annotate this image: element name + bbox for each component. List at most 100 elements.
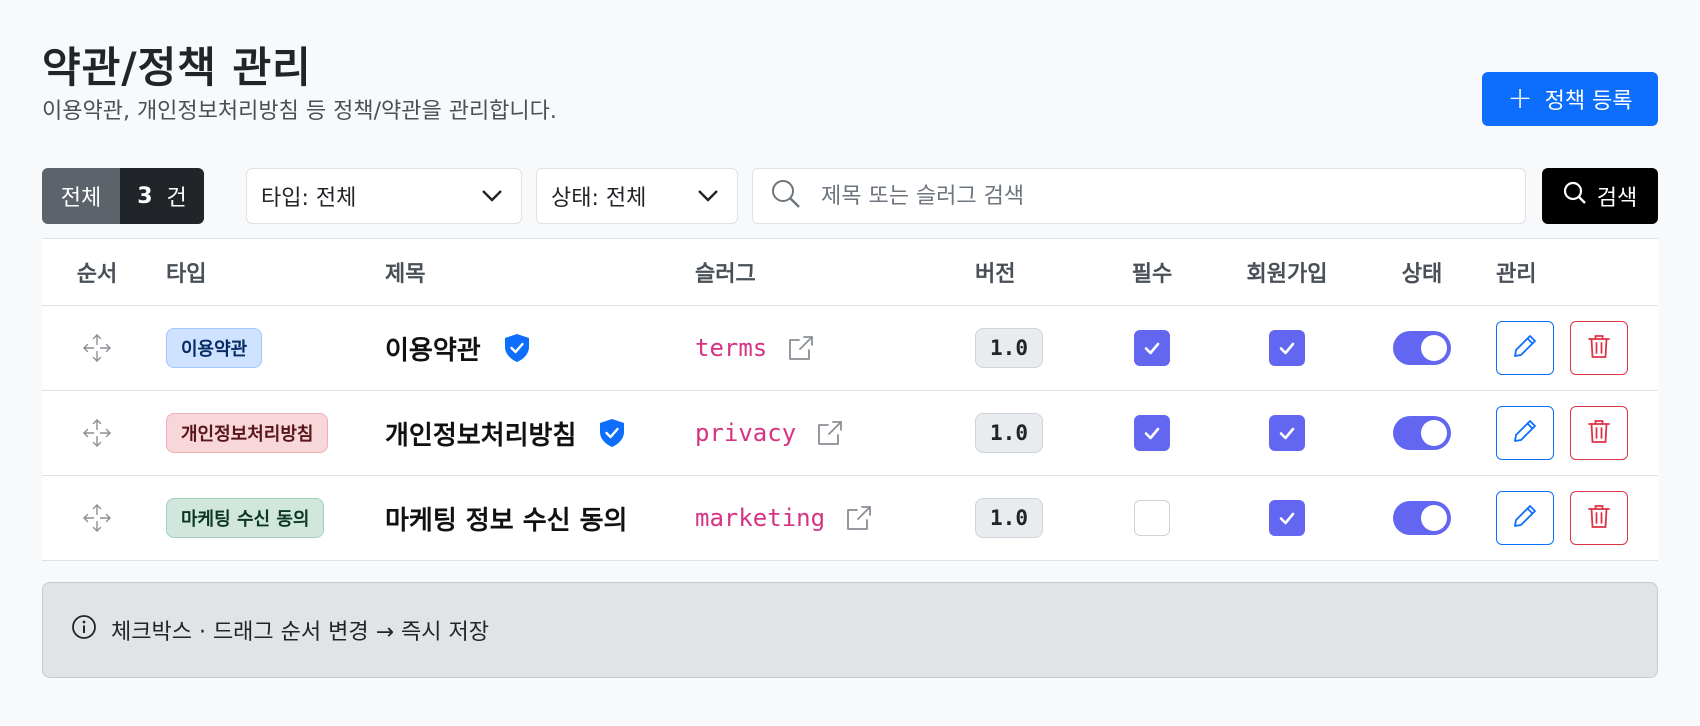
- policy-table: 순서 타입 제목 슬러그 버전 필수 회원가입 상태 관리 이용약관 이용약관: [42, 238, 1658, 561]
- signup-cell: [1242, 391, 1332, 475]
- header-title: 제목: [385, 262, 426, 287]
- header-type: 타입: [166, 262, 207, 287]
- pencil-icon: [1512, 503, 1538, 533]
- status-toggle[interactable]: [1393, 331, 1451, 365]
- version-badge: 1.0: [975, 328, 1043, 368]
- version-badge: 1.0: [975, 413, 1043, 453]
- status-filter-value: 상태: 전체: [551, 186, 647, 211]
- type-badge: 이용약관: [166, 328, 263, 368]
- add-policy-label: 정책 등록: [1544, 89, 1633, 114]
- type-badge: 마케팅 수신 동의: [166, 498, 325, 538]
- required-checkbox[interactable]: [1134, 415, 1170, 451]
- table-row: 마케팅 수신 동의 마케팅 정보 수신 동의 marketing 1.0: [42, 476, 1658, 561]
- version-cell: 1.0: [975, 476, 1043, 560]
- chevron-down-icon: [697, 184, 719, 209]
- type-cell: 개인정보처리방침: [166, 391, 329, 475]
- title-cell: 개인정보처리방침: [385, 391, 626, 475]
- status-toggle[interactable]: [1393, 416, 1451, 450]
- shield-check-icon: [598, 418, 626, 448]
- manage-cell: [1496, 306, 1628, 390]
- title-cell: 마케팅 정보 수신 동의: [385, 476, 627, 560]
- policy-title: 이용약관: [385, 335, 481, 366]
- signup-checkbox[interactable]: [1269, 330, 1305, 366]
- status-toggle[interactable]: [1393, 501, 1451, 535]
- trash-icon: [1587, 503, 1611, 533]
- required-cell: [1112, 391, 1192, 475]
- signup-checkbox[interactable]: [1269, 415, 1305, 451]
- table-header: 순서 타입 제목 슬러그 버전 필수 회원가입 상태 관리: [42, 238, 1658, 306]
- chevron-down-icon: [481, 184, 503, 209]
- signup-checkbox[interactable]: [1269, 500, 1305, 536]
- shield-check-icon: [503, 333, 531, 363]
- status-filter-select[interactable]: 상태: 전체: [536, 168, 738, 224]
- header-signup: 회원가입: [1246, 262, 1328, 287]
- count-value-group: 3 건: [120, 168, 204, 224]
- search-icon: [771, 179, 801, 213]
- external-link-icon[interactable]: [816, 419, 844, 447]
- type-cell: 마케팅 수신 동의: [166, 476, 325, 560]
- required-cell: [1112, 476, 1192, 560]
- external-link-icon[interactable]: [787, 334, 815, 362]
- title-cell: 이용약관: [385, 306, 531, 390]
- header-manage: 관리: [1496, 262, 1537, 287]
- table-body: 이용약관 이용약관 terms 1.0 개인정보처리방침 개인정보처리방침 pr…: [42, 306, 1658, 561]
- manage-cell: [1496, 476, 1628, 560]
- search-box: [752, 168, 1526, 224]
- drag-handle-icon[interactable]: [42, 306, 152, 390]
- trash-icon: [1587, 418, 1611, 448]
- header-status: 상태: [1401, 262, 1443, 287]
- status-cell: [1382, 476, 1462, 560]
- status-cell: [1382, 306, 1462, 390]
- edit-button[interactable]: [1496, 491, 1554, 545]
- table-row: 개인정보처리방침 개인정보처리방침 privacy 1.0: [42, 391, 1658, 476]
- slug-link[interactable]: terms: [695, 334, 767, 362]
- pencil-icon: [1512, 418, 1538, 448]
- search-button[interactable]: 검색: [1542, 168, 1658, 224]
- search-icon: [1563, 181, 1587, 211]
- header-version: 버전: [975, 262, 1016, 287]
- manage-cell: [1496, 391, 1628, 475]
- add-policy-button[interactable]: + 정책 등록: [1482, 72, 1658, 126]
- version-cell: 1.0: [975, 306, 1043, 390]
- slug-cell: marketing: [695, 476, 873, 560]
- edit-button[interactable]: [1496, 321, 1554, 375]
- header-slug: 슬러그: [695, 262, 756, 287]
- count-label: 전체: [42, 168, 120, 224]
- external-link-icon[interactable]: [845, 504, 873, 532]
- edit-button[interactable]: [1496, 406, 1554, 460]
- type-filter-select[interactable]: 타입: 전체: [246, 168, 522, 224]
- info-text: 체크박스 · 드래그 순서 변경 → 즉시 저장: [111, 620, 489, 645]
- drag-handle-icon[interactable]: [42, 391, 152, 475]
- slug-link[interactable]: marketing: [695, 504, 825, 532]
- required-checkbox[interactable]: [1134, 500, 1170, 536]
- header-required: 필수: [1131, 262, 1173, 287]
- trash-icon: [1587, 333, 1611, 363]
- search-input[interactable]: [821, 183, 1525, 209]
- required-cell: [1112, 306, 1192, 390]
- slug-cell: terms: [695, 306, 815, 390]
- required-checkbox[interactable]: [1134, 330, 1170, 366]
- signup-cell: [1242, 476, 1332, 560]
- slug-cell: privacy: [695, 391, 844, 475]
- page-subtitle: 이용약관, 개인정보처리방침 등 정책/약관을 관리합니다.: [42, 99, 557, 124]
- info-icon: [71, 614, 97, 646]
- delete-button[interactable]: [1570, 406, 1628, 460]
- filter-toolbar: 전체 3 건 타입: 전체 상태: 전체 검색: [42, 168, 1658, 224]
- slug-link[interactable]: privacy: [695, 419, 796, 447]
- delete-button[interactable]: [1570, 491, 1628, 545]
- pencil-icon: [1512, 333, 1538, 363]
- plus-icon: +: [1507, 81, 1533, 116]
- version-badge: 1.0: [975, 498, 1043, 538]
- total-count-badge: 전체 3 건: [42, 168, 204, 224]
- drag-handle-icon[interactable]: [42, 476, 152, 560]
- policy-title: 개인정보처리방침: [385, 420, 577, 451]
- info-notice: 체크박스 · 드래그 순서 변경 → 즉시 저장: [42, 582, 1658, 678]
- table-row: 이용약관 이용약관 terms 1.0: [42, 306, 1658, 391]
- type-filter-value: 타입: 전체: [261, 186, 357, 211]
- count-value: 3: [137, 183, 153, 209]
- version-cell: 1.0: [975, 391, 1043, 475]
- search-button-label: 검색: [1596, 186, 1638, 211]
- delete-button[interactable]: [1570, 321, 1628, 375]
- header-order: 순서: [76, 262, 118, 287]
- policy-title: 마케팅 정보 수신 동의: [385, 505, 628, 536]
